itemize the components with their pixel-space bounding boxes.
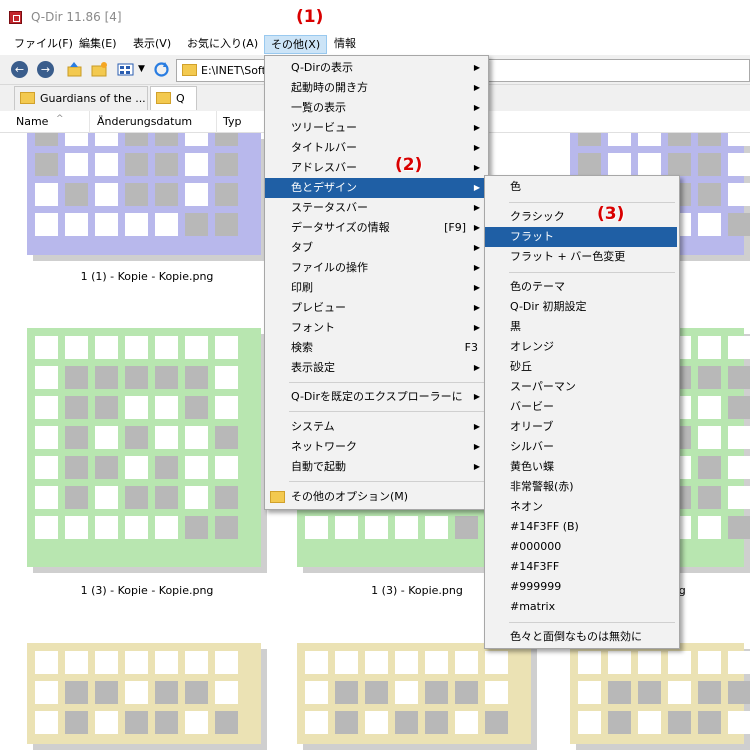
folder-icon xyxy=(156,92,171,104)
menu-view[interactable]: 表示(V) xyxy=(127,35,177,54)
submenu-item-black[interactable]: 黒 xyxy=(485,317,679,337)
menu-item-network[interactable]: ネットワーク ▶ xyxy=(265,437,488,457)
file-name: 1 (3) - Kopie - Kopie.png xyxy=(80,584,214,597)
submenu-item-barbie[interactable]: バービー xyxy=(485,397,679,417)
menu-favorites[interactable]: お気に入り(A) xyxy=(181,35,264,54)
menu-file[interactable]: ファイル(F) xyxy=(8,35,79,54)
submenu-item-yellow-butterfly[interactable]: 黄色い蝶 xyxy=(485,457,679,477)
menu-item-address-bar[interactable]: アドレスバー ▶ xyxy=(265,158,488,178)
column-name[interactable]: ^ Name xyxy=(10,111,90,133)
menu-separator xyxy=(289,481,484,482)
submenu-item-14f3ff-b[interactable]: #14F3FF (B) xyxy=(485,517,679,537)
qdir-window: Q-Dir 11.86 [4] ファイル(F) 編集(E) 表示(V) お気に入… xyxy=(0,0,750,750)
thumbnail[interactable] xyxy=(297,643,537,750)
title-bar: Q-Dir 11.86 [4] xyxy=(0,0,750,33)
color-design-submenu: 色 クラシック フラット フラット + バー色変更 色のテーマ Q-Dir 初期… xyxy=(484,175,680,649)
submenu-item-disable-complex[interactable]: 色々と面倒なものは無効に xyxy=(485,627,679,647)
folder-icon xyxy=(20,92,35,104)
submenu-item-red-alert[interactable]: 非常警報(赤) xyxy=(485,477,679,497)
sort-arrow-icon: ^ xyxy=(56,114,64,124)
menu-item-tree-view[interactable]: ツリービュー ▶ xyxy=(265,118,488,138)
submenu-item-000000[interactable]: #000000 xyxy=(485,537,679,557)
submenu-item-superman[interactable]: スーパーマン xyxy=(485,377,679,397)
submenu-item-orange[interactable]: オレンジ xyxy=(485,337,679,357)
tab-q[interactable]: Q xyxy=(150,86,197,110)
menu-info[interactable]: 情報 xyxy=(328,35,362,54)
submenu-item-qdir-default[interactable]: Q-Dir 初期設定 xyxy=(485,297,679,317)
thumbnail[interactable] xyxy=(27,643,267,750)
menu-item-other-options[interactable]: その他のオプション(M) xyxy=(265,487,488,507)
column-modified-label: Änderungsdatum xyxy=(97,115,193,128)
submenu-item-14f3ff[interactable]: #14F3FF xyxy=(485,557,679,577)
other-menu: Q-Dirの表示 ▶ 起動時の開き方 ▶ 一覧の表示 ▶ ツリービュー ▶ タイトルバー… xyxy=(264,55,489,510)
annotation-step-1: (1) xyxy=(296,7,324,27)
thumbnail[interactable] xyxy=(27,328,267,573)
menu-bar: ファイル(F) 編集(E) 表示(V) お気に入り(A) その他(X) 情報 xyxy=(0,33,750,55)
menu-other[interactable]: その他(X) xyxy=(264,35,328,54)
thumbnail[interactable] xyxy=(27,133,267,261)
folder-icon xyxy=(182,64,197,76)
column-type-label: Typ xyxy=(223,115,242,128)
menu-item-tabs[interactable]: タブ ▶ xyxy=(265,238,488,258)
submenu-item-matrix[interactable]: #matrix xyxy=(485,597,679,617)
tab-label: Guardians of the ... xyxy=(40,92,146,105)
refresh-icon[interactable] xyxy=(153,61,170,78)
annotation-step-3: (3) xyxy=(597,204,625,224)
menu-item-qdir-display[interactable]: Q-Dirの表示 ▶ xyxy=(265,58,488,78)
column-modified[interactable]: Änderungsdatum xyxy=(91,111,217,133)
folder-icon xyxy=(270,491,285,503)
up-folder-icon[interactable] xyxy=(66,61,83,78)
menu-item-autostart[interactable]: 自動で起動 ▶ xyxy=(265,457,488,477)
menu-item-list-view[interactable]: 一覧の表示 ▶ xyxy=(265,98,488,118)
menu-item-preview[interactable]: プレビュー ▶ xyxy=(265,298,488,318)
window-title: Q-Dir 11.86 [4] xyxy=(31,10,122,24)
menu-item-color-design[interactable]: 色とデザイン ▶ xyxy=(265,178,488,198)
tab-guardians[interactable]: Guardians of the ... xyxy=(14,86,148,110)
submenu-item-olive[interactable]: オリーブ xyxy=(485,417,679,437)
menu-separator xyxy=(509,272,675,273)
menu-item-startup[interactable]: 起動時の開き方 ▶ xyxy=(265,78,488,98)
tab-label: Q xyxy=(176,92,185,105)
menu-item-data-size[interactable]: データサイズの情報 [F9] ▶ xyxy=(265,218,488,238)
menu-item-search[interactable]: 検索 F3 xyxy=(265,338,488,358)
submenu-item-neon[interactable]: ネオン xyxy=(485,497,679,517)
menu-item-display-settings[interactable]: 表示設定 ▶ xyxy=(265,358,488,378)
qdir-app-icon xyxy=(9,11,22,24)
column-name-label: Name xyxy=(16,115,49,128)
submenu-item-flat[interactable]: フラット xyxy=(485,227,677,247)
menu-item-print[interactable]: 印刷 ▶ xyxy=(265,278,488,298)
submenu-item-color-theme[interactable]: 色のテーマ xyxy=(485,277,679,297)
submenu-item-silver[interactable]: シルバー xyxy=(485,437,679,457)
thumbnail[interactable] xyxy=(570,643,750,750)
menu-item-font[interactable]: フォント ▶ xyxy=(265,318,488,338)
forward-arrow-icon[interactable]: → xyxy=(37,61,54,78)
submenu-item-classic[interactable]: クラシック xyxy=(485,207,679,227)
submenu-item-flat-bar[interactable]: フラット + バー色変更 xyxy=(485,247,679,267)
menu-edit[interactable]: 編集(E) xyxy=(73,35,123,54)
submenu-item-dune[interactable]: 砂丘 xyxy=(485,357,679,377)
new-folder-icon[interactable] xyxy=(91,61,108,78)
submenu-item-999999[interactable]: #999999 xyxy=(485,577,679,597)
menu-item-file-ops[interactable]: ファイルの操作 ▶ xyxy=(265,258,488,278)
menu-item-system[interactable]: システム ▶ xyxy=(265,417,488,437)
submenu-item-color-header: 色 xyxy=(510,180,521,193)
back-arrow-icon[interactable]: ← xyxy=(11,61,28,78)
menu-separator xyxy=(289,411,484,412)
menu-item-default-explorer[interactable]: Q-Dirを既定のエクスプローラーに ▶ xyxy=(265,387,488,407)
menu-item-status-bar[interactable]: ステータスバー ▶ xyxy=(265,198,488,218)
file-name: 1 (1) - Kopie - Kopie.png xyxy=(80,270,214,283)
menu-separator xyxy=(289,382,484,383)
view-mode-icon[interactable] xyxy=(117,61,134,78)
menu-separator xyxy=(509,622,675,623)
annotation-step-2: (2) xyxy=(395,155,423,175)
menu-separator xyxy=(509,202,675,203)
menu-item-title-bar[interactable]: タイトルバー ▶ xyxy=(265,138,488,158)
